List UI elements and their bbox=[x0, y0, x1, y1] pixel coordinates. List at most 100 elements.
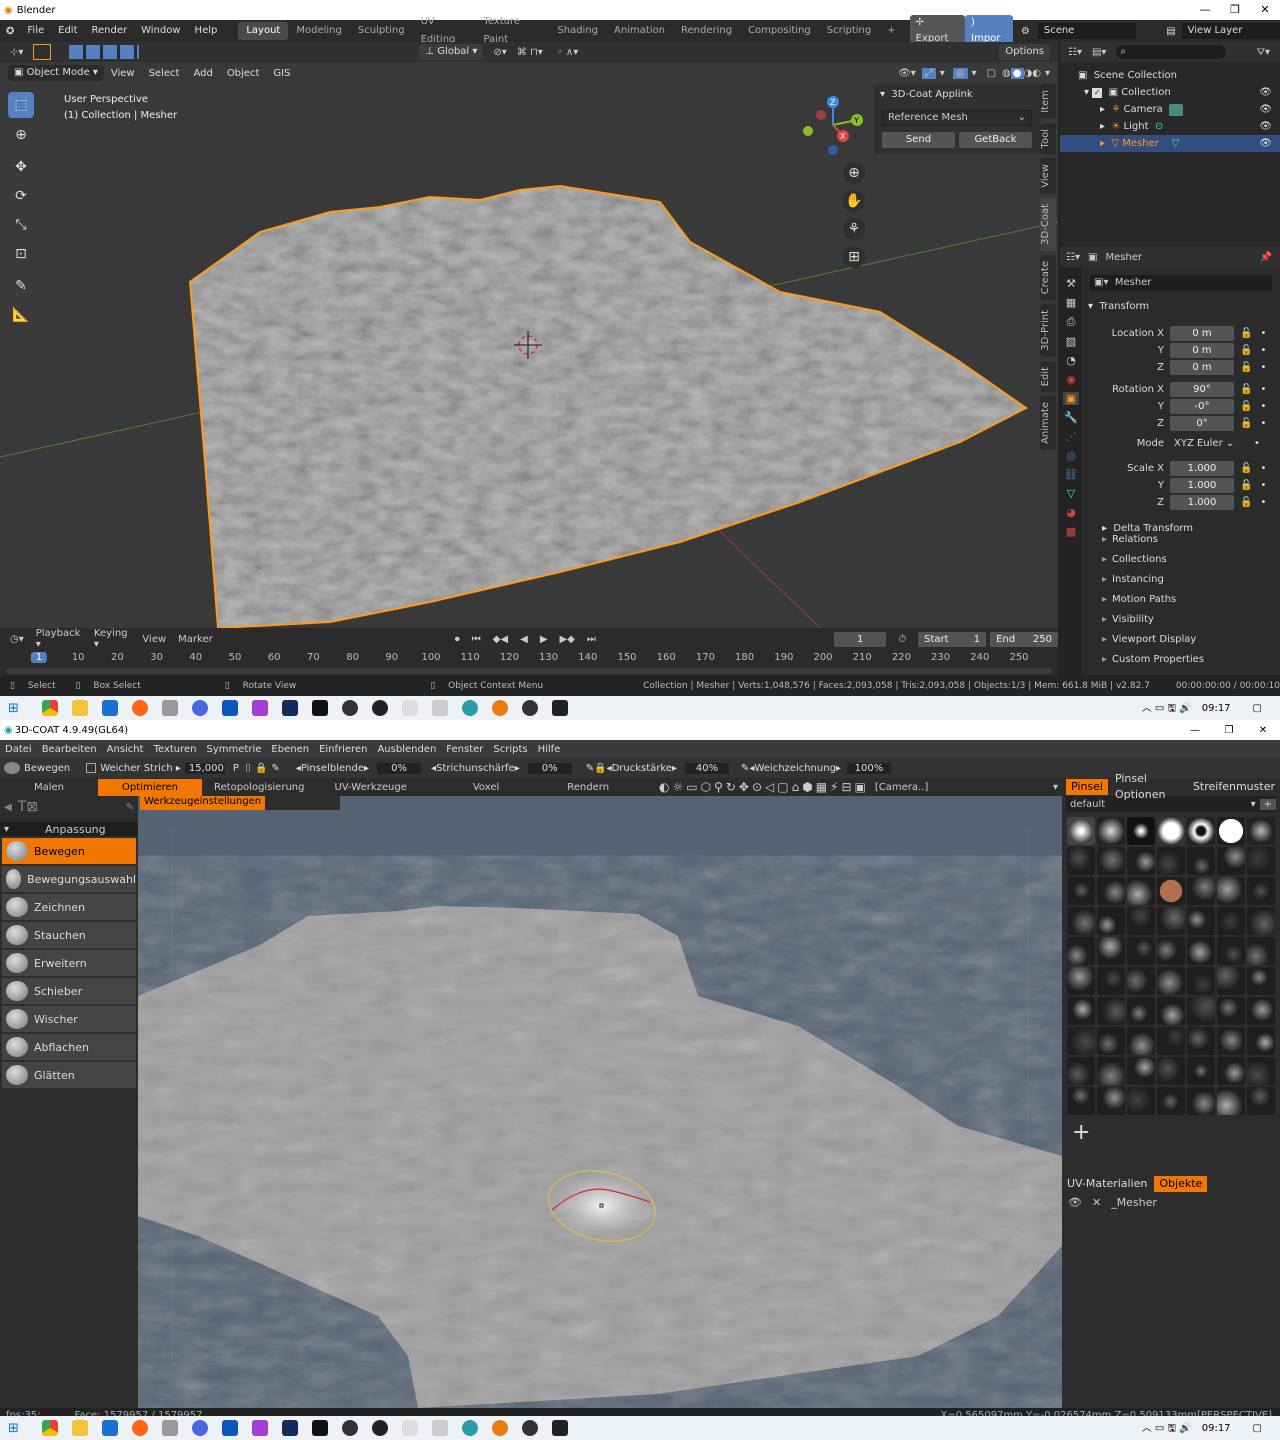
stroke-sharpness-field[interactable]: 0% bbox=[527, 762, 572, 774]
checkbox-icon[interactable]: ✓ bbox=[1092, 87, 1103, 98]
tab-objekte[interactable]: Objekte bbox=[1154, 1176, 1208, 1192]
modifier-props-icon[interactable]: 🔧 bbox=[1064, 411, 1078, 424]
tool-item[interactable]: Glätten bbox=[2, 1062, 136, 1088]
ol-light[interactable]: ▸ ☀ Light ⊙ 👁 bbox=[1060, 118, 1280, 135]
tool-props-icon[interactable]: ⚒ bbox=[1066, 277, 1076, 290]
brush-alpha-icon[interactable] bbox=[1247, 877, 1275, 905]
3dcoat-icon[interactable] bbox=[461, 700, 478, 716]
object-row[interactable]: 👁 ✕ _Mesher bbox=[1068, 1194, 1274, 1210]
end-frame-field[interactable]: End 250 bbox=[990, 631, 1058, 647]
room-rendern[interactable]: Rendern bbox=[547, 779, 629, 796]
move-tool-icon[interactable]: ✥ bbox=[8, 154, 34, 180]
ol-collection[interactable]: ▾ ✓ ▣ Collection 👁 bbox=[1060, 84, 1280, 101]
collections-section[interactable]: Collections bbox=[1082, 550, 1280, 570]
preview-range-icon[interactable]: ⏱ bbox=[898, 634, 906, 645]
blender-taskbar-icon[interactable] bbox=[491, 1420, 508, 1436]
brush-alpha-icon[interactable] bbox=[1127, 1087, 1155, 1115]
maximize-button[interactable]: ❐ bbox=[1220, 0, 1250, 20]
brush-alpha-icon[interactable] bbox=[1097, 1087, 1125, 1115]
brush-alpha-icon[interactable] bbox=[1097, 1027, 1125, 1055]
filter-icon[interactable]: ⛛▾ bbox=[1257, 47, 1270, 58]
brush-alpha-icon[interactable] bbox=[1157, 1057, 1185, 1085]
app-icon[interactable] bbox=[221, 700, 238, 716]
menu-window[interactable]: Window bbox=[134, 20, 187, 42]
menu-render[interactable]: Render bbox=[85, 20, 135, 42]
vp-menu-gis[interactable]: GIS bbox=[266, 68, 297, 79]
keyframe-dot-icon[interactable]: • bbox=[1260, 345, 1266, 356]
brush-alpha-icon[interactable] bbox=[1157, 817, 1185, 845]
transform-orientation-dropdown[interactable]: ⊥ Global ▾ bbox=[419, 44, 484, 60]
lock-icon[interactable]: 🔓 bbox=[1240, 480, 1252, 491]
brush-alpha-icon[interactable] bbox=[1247, 937, 1275, 965]
camera-dropdown-arrow-icon[interactable]: ▾ bbox=[1053, 782, 1058, 793]
pen-icon[interactable]: ✎ bbox=[586, 763, 594, 774]
pressure-label[interactable]: ◂Druckstärke▸ bbox=[607, 763, 677, 774]
file-explorer-icon[interactable] bbox=[71, 700, 88, 716]
brush-alpha-icon[interactable] bbox=[1157, 1087, 1185, 1115]
tool-item[interactable]: Abflachen bbox=[2, 1034, 136, 1060]
keyframe-dot-icon[interactable]: • bbox=[1260, 362, 1266, 373]
3dcoat-icon[interactable] bbox=[461, 1420, 478, 1436]
room-retopo[interactable]: Retopologisierung bbox=[202, 779, 316, 796]
brush-alpha-icon[interactable] bbox=[1187, 1057, 1215, 1085]
tool-settings-tab[interactable]: Werkzeugeinstellungen bbox=[140, 796, 266, 810]
brush-alpha-icon[interactable] bbox=[1217, 937, 1245, 965]
display-mode-icon[interactable]: ▤▾ bbox=[1092, 47, 1106, 58]
brush-alpha-icon[interactable] bbox=[1217, 847, 1245, 875]
select-box-icons[interactable] bbox=[69, 45, 140, 59]
brush-alpha-icon[interactable] bbox=[1067, 907, 1095, 935]
camera-view-icon[interactable]: ⚘ bbox=[843, 218, 865, 240]
tab-pinsel-optionen[interactable]: Pinsel Optionen bbox=[1110, 771, 1186, 803]
data-props-icon[interactable]: ▽ bbox=[1067, 487, 1075, 500]
transform-tool-icon[interactable]: ⊡ bbox=[8, 241, 34, 267]
lock-icon[interactable]: 🔓 bbox=[1240, 345, 1252, 356]
soft-stroke-checkbox[interactable] bbox=[86, 763, 97, 773]
keyframe-dot-icon[interactable]: • bbox=[1260, 463, 1266, 474]
pan-hand-icon[interactable]: ✋ bbox=[843, 190, 865, 212]
getback-button[interactable]: GetBack bbox=[959, 132, 1032, 148]
app-icon[interactable] bbox=[161, 700, 178, 716]
notifications-icon[interactable]: ▢ bbox=[1253, 703, 1262, 714]
keying-menu[interactable]: Keying ▾ bbox=[94, 628, 131, 650]
brush-alpha-icon[interactable] bbox=[1157, 847, 1185, 875]
output-props-icon[interactable]: ⎙ bbox=[1067, 315, 1076, 329]
visibility-section[interactable]: Visibility bbox=[1082, 610, 1280, 630]
physics-props-icon[interactable]: ◎ bbox=[1066, 449, 1076, 462]
taskbar-clock[interactable]: 09:17 bbox=[1202, 1423, 1231, 1434]
brush-alpha-icon[interactable] bbox=[1217, 997, 1245, 1025]
tab-compositing[interactable]: Compositing bbox=[740, 22, 819, 40]
instancing-section[interactable]: Instancing bbox=[1082, 570, 1280, 590]
menu-file[interactable]: File bbox=[20, 20, 51, 42]
taskbar-clock[interactable]: 09:17 bbox=[1202, 703, 1231, 714]
close-button[interactable]: ✕ bbox=[1250, 0, 1280, 20]
play-reverse-icon[interactable]: ◀ bbox=[520, 634, 528, 645]
brush-alpha-icon[interactable] bbox=[1067, 967, 1095, 995]
tab-streifenmuster[interactable]: Streifenmuster bbox=[1188, 779, 1280, 795]
app-icon[interactable] bbox=[551, 1420, 568, 1436]
brush-alpha-icon[interactable] bbox=[1187, 967, 1215, 995]
brush-alpha-icon[interactable] bbox=[1127, 1057, 1155, 1085]
brush-icon[interactable]: ✎ bbox=[271, 763, 279, 774]
navigation-gizmo[interactable]: Z Y X bbox=[800, 92, 866, 158]
select-mode-icon[interactable] bbox=[33, 44, 52, 60]
keyframe-dot-icon[interactable]: • bbox=[1254, 438, 1260, 449]
brush-alpha-icon[interactable] bbox=[1067, 817, 1095, 845]
brush-alpha-icon[interactable] bbox=[1097, 937, 1125, 965]
smoothing-label[interactable]: ◂Weichzeichnung▸ bbox=[749, 763, 841, 774]
ortho-grid-icon[interactable]: ⊞ bbox=[843, 246, 865, 268]
brush-alpha-icon[interactable] bbox=[1247, 1057, 1275, 1085]
lock-icon[interactable]: 🔓 bbox=[1240, 418, 1252, 429]
ntab-3dcoat[interactable]: 3D-Coat bbox=[1040, 197, 1056, 251]
vp-menu-add[interactable]: Add bbox=[186, 68, 219, 79]
reference-mesh-dropdown[interactable]: Reference Mesh ⌄ bbox=[882, 110, 1032, 126]
vp-menu-object[interactable]: Object bbox=[220, 68, 267, 79]
brush-alpha-icon[interactable] bbox=[1187, 937, 1215, 965]
app-icon[interactable] bbox=[251, 700, 268, 716]
select-tool-icon[interactable]: ⬚ bbox=[8, 92, 34, 118]
keyframe-dot-icon[interactable]: • bbox=[1260, 328, 1266, 339]
firefox-icon[interactable] bbox=[131, 700, 148, 716]
3dcoat-viewport[interactable]: Werkzeugeinstellungen bbox=[138, 796, 1062, 1408]
visibility-icon[interactable]: 👁▾ bbox=[898, 68, 916, 79]
brush-alpha-icon[interactable] bbox=[1157, 967, 1185, 995]
ntab-animate[interactable]: Animate bbox=[1040, 396, 1056, 450]
